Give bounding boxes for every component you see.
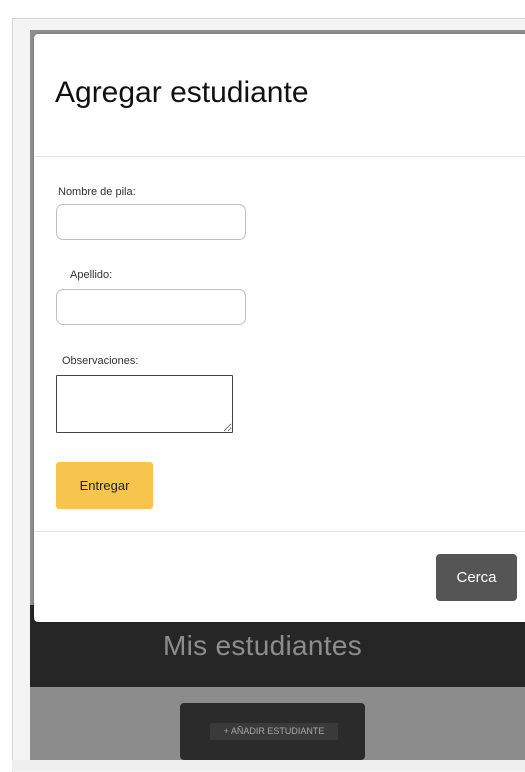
modal-footer-divider bbox=[34, 531, 525, 532]
bottom-strip bbox=[12, 760, 525, 771]
notes-label: Observaciones: bbox=[62, 355, 139, 367]
modal-title: Agregar estudiante bbox=[55, 76, 309, 109]
last-name-input[interactable] bbox=[56, 289, 246, 325]
first-name-input[interactable] bbox=[56, 204, 246, 240]
modal-header-divider bbox=[34, 156, 525, 157]
close-button[interactable]: Cerca bbox=[436, 554, 517, 601]
add-student-modal: Agregar estudiante Nombre de pila: Apell… bbox=[34, 34, 525, 622]
page-title: Mis estudiantes bbox=[162, 630, 363, 661]
add-student-button-label: + AÑADIR ESTUDIANTE bbox=[210, 723, 338, 740]
notes-textarea[interactable] bbox=[56, 375, 233, 433]
first-name-label: Nombre de pila: bbox=[58, 186, 136, 198]
last-name-label: Apellido: bbox=[70, 269, 113, 281]
submit-button[interactable]: Entregar bbox=[56, 462, 153, 509]
